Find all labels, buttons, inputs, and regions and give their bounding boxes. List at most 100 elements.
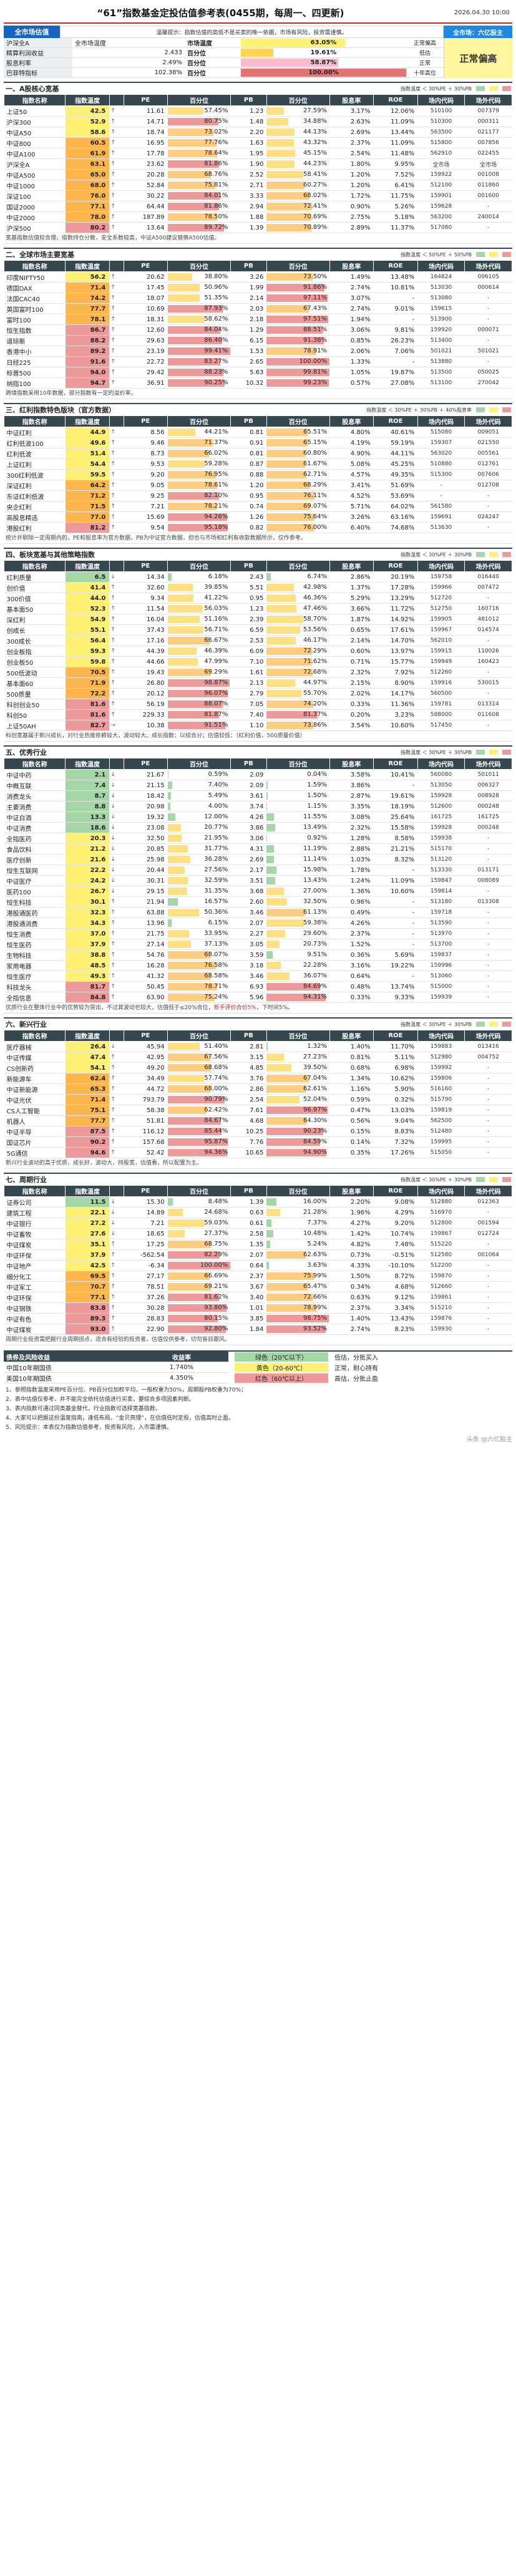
index-name: 上证红利 — [4, 458, 66, 470]
pb-percentile-text: 73.50% — [303, 273, 328, 280]
pe-percentile: 89.72% — [167, 222, 231, 233]
index-name: 央企红利 — [4, 501, 66, 512]
summary-row-tag — [72, 58, 141, 67]
pb-value: 2.60 — [230, 896, 267, 908]
dividend-yield: 3.41% — [329, 480, 374, 491]
pb-percentile: 99.81% — [266, 367, 330, 378]
summary-row-percent: 58.87% — [310, 59, 337, 66]
pe-percentile: 6.15% — [167, 918, 231, 929]
pe-percentile: 81.86% — [167, 201, 231, 212]
dividend-yield: 1.78% — [329, 864, 374, 876]
trend-arrow: ↑ — [109, 293, 124, 304]
dividend-yield: 1.05% — [329, 367, 374, 378]
index-temperature: 7.4 — [65, 780, 110, 791]
pe-percentile: 78.50% — [167, 211, 231, 223]
pb-percentile: 34.88% — [266, 116, 330, 127]
table-header-cell: 场内代码 — [417, 415, 465, 427]
pe-value: 27.17 — [124, 1271, 168, 1282]
trend-arrow: ↑ — [109, 1302, 124, 1314]
trend-arrow: ↑ — [109, 324, 124, 336]
pb-percentile-text: 22.28% — [303, 962, 328, 969]
trend-arrow: ↑ — [109, 981, 124, 992]
trend-arrow: ↑ — [109, 1260, 124, 1271]
dividend-yield: 5.29% — [329, 593, 374, 604]
roe-value: 17.28% — [373, 582, 418, 593]
index-temperature: 94.0 — [65, 367, 110, 378]
index-name: 恒生消费 — [4, 928, 66, 939]
roe-value: 3.23% — [373, 709, 418, 720]
index-temperature: 63.1 — [65, 158, 110, 170]
dividend-yield: 2.87% — [329, 790, 374, 801]
bond-row: 美国10年期国债 4.350% — [4, 1373, 228, 1383]
roe-value: 11.36% — [373, 699, 418, 710]
pb-value: 3.59 — [230, 949, 267, 961]
table-header-cell: 百分位 — [266, 1030, 330, 1042]
index-name: 中证A500 — [4, 169, 66, 180]
offsite-code: 008089 — [464, 875, 512, 886]
dividend-yield: 2.14% — [329, 635, 374, 646]
onsite-code: 164824 — [417, 271, 465, 283]
pb-percentile-text: 21.28% — [303, 1209, 328, 1216]
pe-percentile-text: 75.81% — [204, 182, 228, 188]
pe-percentile: 51.16% — [167, 614, 231, 625]
trend-arrow: ↑ — [109, 335, 124, 346]
pb-percentile-text: 6.74% — [307, 573, 328, 580]
roe-value: 17.26% — [373, 1147, 418, 1158]
pe-value: 17.78 — [124, 148, 168, 159]
pb-value: 2.09 — [230, 769, 267, 780]
dividend-yield: 2.63% — [329, 116, 374, 127]
pe-value: 54.76 — [124, 949, 168, 961]
section-legend: 指数温度 ＜ 50%PE ＋ 50%PB — [401, 251, 512, 258]
table-row: 印度NIFTY50 56.2 ↑ 20.62 38.80% 3.26 73.50% 1.49%… — [4, 271, 512, 283]
table-header-cell: ROE — [373, 1185, 418, 1197]
pb-percentile-text: 16.00% — [303, 1198, 328, 1205]
offsite-code: - — [464, 314, 512, 325]
pe-percentile-text: 67.56% — [204, 1053, 228, 1060]
trend-arrow: ↑ — [109, 656, 124, 667]
section-legend-text: 指数温度 ＜ 30%PE ＋ 30%PB — [401, 749, 472, 755]
table-row: 富时100 78.1 ↑ 18.31 58.62% 2.18 97.51% 1.94% -513… — [4, 314, 512, 325]
trend-arrow: ↓ — [109, 822, 124, 833]
pb-percentile: 61.13% — [266, 907, 330, 918]
offsite-code: - — [464, 949, 512, 961]
summary-row-label: 巴菲特指标 — [4, 68, 72, 77]
pe-value: 20.98 — [124, 801, 168, 812]
pe-percentile: 21.95% — [167, 833, 231, 844]
pb-value: 2.43 — [230, 571, 267, 583]
pb-percentile: 72.29% — [266, 646, 330, 657]
pb-value: 1.63 — [230, 137, 267, 148]
pb-value: 6.93 — [230, 981, 267, 992]
pe-percentile: 80.15% — [167, 1313, 231, 1324]
pe-percentile-text: 84.67% — [204, 1117, 228, 1124]
pb-percentile: 21.28% — [266, 1207, 330, 1218]
pe-percentile: 8.48% — [167, 1196, 231, 1208]
index-temperature: 55.1 — [65, 624, 110, 636]
pb-percentile: 32.50% — [266, 896, 330, 908]
table-row: 中证红利 44.9 ↑ 8.56 44.21% 0.81 65.51% 4.80% 40.61%… — [4, 427, 512, 438]
index-name: 家用电器 — [4, 960, 66, 971]
onsite-code: 159920 — [417, 324, 465, 336]
pe-percentile-text: 57.45% — [204, 107, 228, 114]
table-header-cell: 场内代码 — [417, 94, 465, 106]
table-header-cell: 指数名称 — [3, 1030, 66, 1042]
dividend-yield: 3.06% — [329, 324, 374, 336]
table-header-cell: PE — [123, 415, 168, 427]
pb-percentile-text: 74.20% — [303, 700, 328, 707]
legend-swatch — [489, 86, 498, 91]
pe-percentile-text: 31.77% — [204, 845, 228, 852]
pb-percentile-text: 61.13% — [303, 909, 328, 916]
table-header-cell: 指数温度 — [65, 260, 110, 272]
index-temperature: 61.9 — [65, 148, 110, 159]
sections: 一、A股核心宽基 指数温度 ＜ 30%PE ＋ 30%PB 指数名称 指数温度 PE 百分… — [3, 82, 512, 1345]
trend-arrow: ↓ — [109, 843, 124, 855]
onsite-code: 515210 — [417, 1302, 465, 1314]
pb-value: 3.15 — [230, 1052, 267, 1063]
pe-percentile-text: 68.76% — [204, 171, 228, 178]
trend-arrow: ↑ — [109, 522, 124, 533]
dividend-yield: 1.20% — [329, 180, 374, 191]
pb-percentile: 97.11% — [266, 293, 330, 304]
pb-percentile-text: 72.68% — [303, 669, 328, 675]
summary-row: 沪深全A 全市场温度 市场温度 63.05% 正常偏高 — [4, 38, 444, 48]
pb-percentile: 73.50% — [266, 271, 330, 283]
legend-swatch — [502, 1177, 511, 1182]
